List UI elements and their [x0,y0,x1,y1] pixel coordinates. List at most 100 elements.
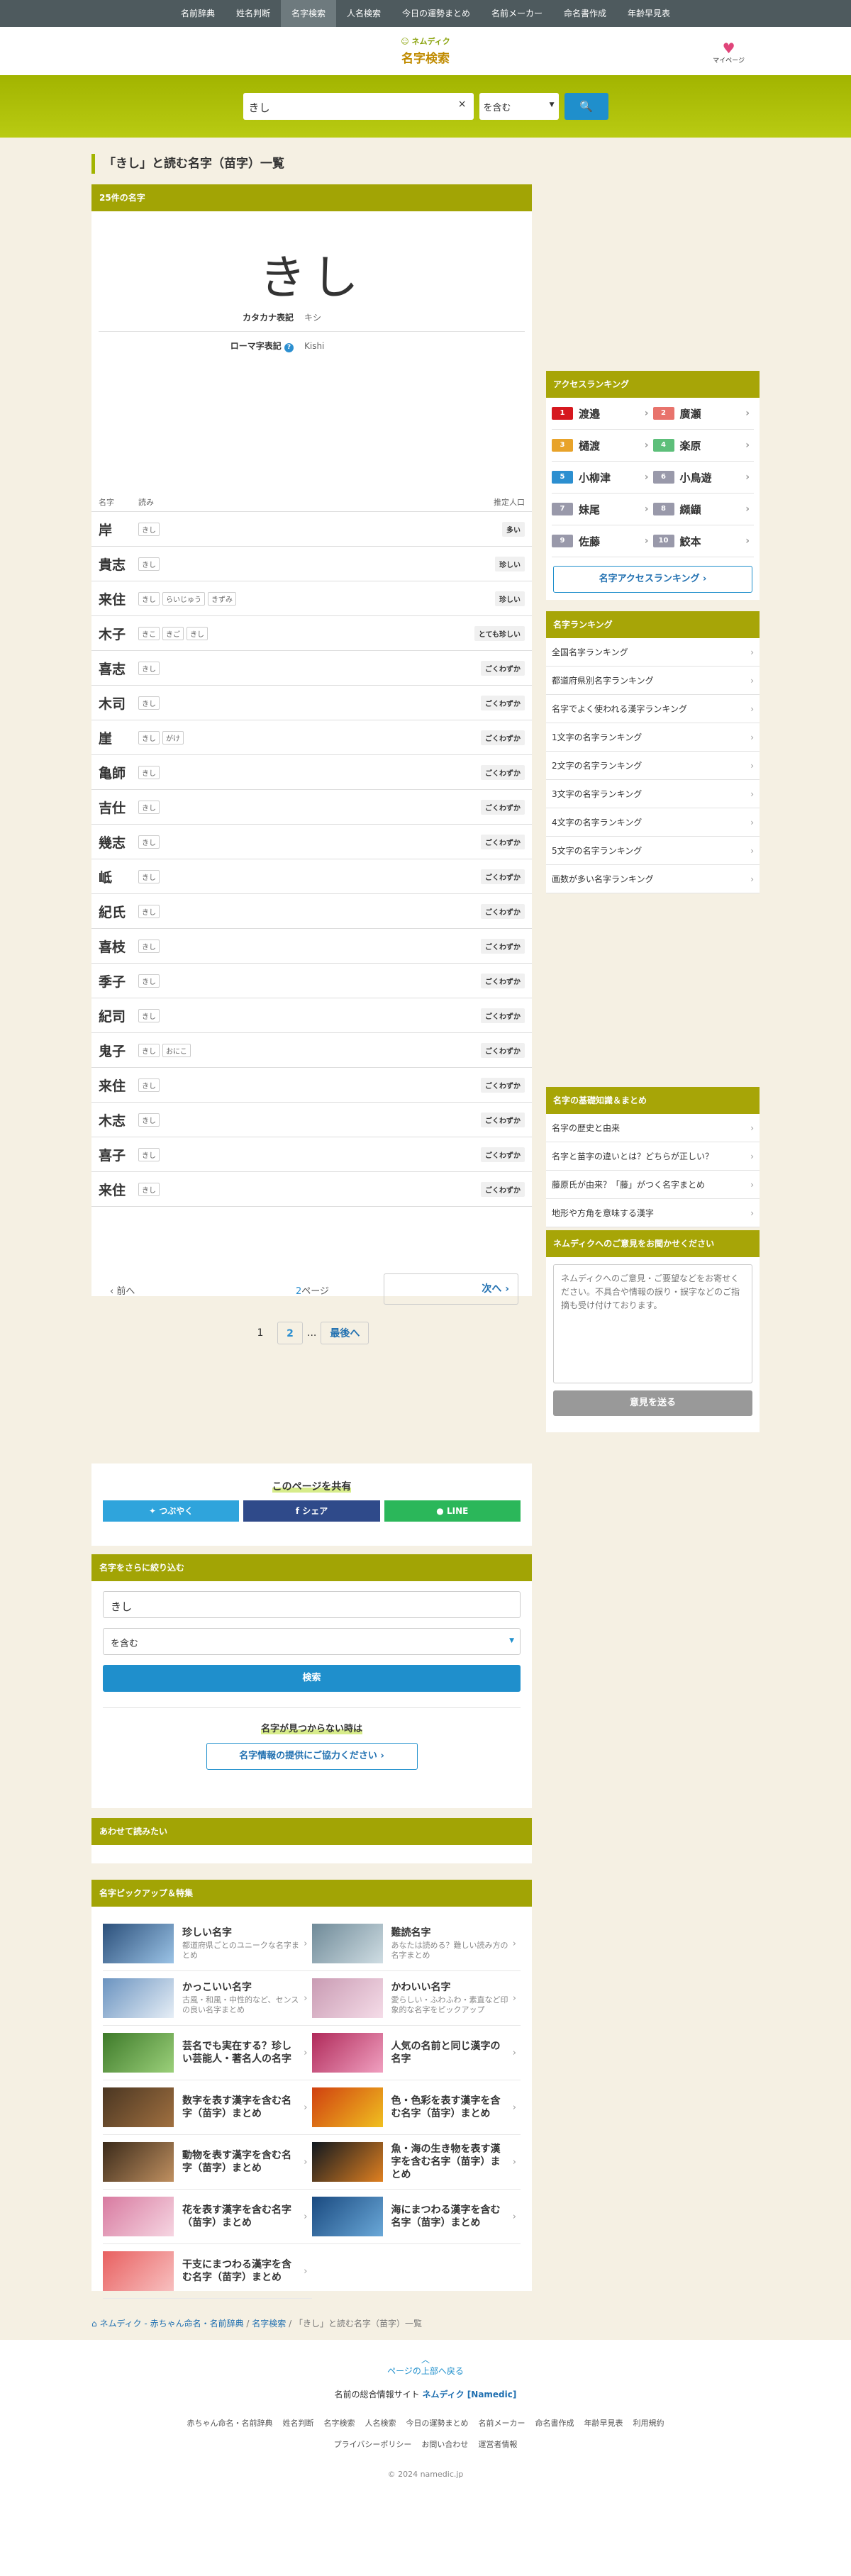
name-ranking-link[interactable]: 3文字の名字ランキング [546,780,760,808]
page-1-link[interactable]: 1 [247,1322,273,1344]
topnav-item[interactable]: 名字検索 [280,0,336,27]
basics-link[interactable]: 藤原氏が由来？「藤」がつく名字まとめ [546,1171,760,1199]
pickup-item[interactable]: 海にまつわる漢字を含む名字（苗字）まとめ › [311,2190,521,2244]
basics-link[interactable]: 名字の歴史と由来 [546,1114,760,1142]
name-ranking-link[interactable]: 1文字の名字ランキング [546,723,760,752]
ranking-item[interactable]: 5 小柳津 › [552,462,653,494]
pickup-item[interactable]: 魚・海の生き物を表す漢字を含む名字（苗字）まとめ › [311,2135,521,2190]
ranking-item[interactable]: 10 鮫本 › [652,525,754,557]
pickup-item[interactable]: 芸名でも実在する？珍しい芸能人・著名人の名字 › [103,2026,312,2080]
ranking-item[interactable]: 8 纐纈 › [652,494,754,525]
ranking-item[interactable]: 7 妹尾 › [552,494,653,525]
surname[interactable]: 紀氏 [99,902,138,921]
name-ranking-link[interactable]: 全国名字ランキング [546,638,760,667]
footer-link[interactable]: 運営者情報 [478,2438,517,2450]
refine-search-button[interactable]: 検索 [103,1665,521,1692]
surname[interactable]: 来住 [99,1076,138,1095]
basics-link[interactable]: 地形や方角を意味する漢字 [546,1199,760,1227]
name-ranking-link[interactable]: 画数が多い名字ランキング [546,865,760,893]
footer-link[interactable]: 今日の運勢まとめ [406,2417,469,2429]
table-row[interactable]: 喜子 きし ごくわずか [91,1137,532,1172]
table-row[interactable]: 亀師 きし ごくわずか [91,755,532,790]
footer-link[interactable]: お問い合わせ [421,2438,468,2450]
surname[interactable]: 亀師 [99,763,138,782]
table-row[interactable]: 紀氏 きし ごくわずか [91,894,532,929]
footer-link[interactable]: 名字検索 [324,2417,355,2429]
search-mode-select[interactable]: を含む ▼ [479,93,559,120]
table-row[interactable]: 来住 きし らいじゅう きずみ 珍しい [91,581,532,616]
name-ranking-link[interactable]: 名字でよく使われる漢字ランキング [546,695,760,723]
line-share-button[interactable]: ● LINE [384,1500,521,1522]
pickup-item[interactable]: 人気の名前と同じ漢字の名字 › [311,2026,521,2080]
send-opinion-button[interactable]: 意見を送る [553,1390,752,1416]
search-button[interactable]: 🔍 [564,93,608,120]
footer-link[interactable]: 命名書作成 [535,2417,574,2429]
name-ranking-link[interactable]: 4文字の名字ランキング [546,808,760,837]
ranking-item[interactable]: 6 小鳥遊 › [652,462,754,494]
table-row[interactable]: 木司 きし ごくわずか [91,686,532,720]
table-row[interactable]: 木子 きこ きご きし とても珍しい [91,616,532,651]
basics-link[interactable]: 名字と苗字の違いとは？どちらが正しい？ [546,1142,760,1171]
next-page-button[interactable]: 次へ › [384,1273,518,1305]
refine-mode-select[interactable]: を含む ▼ [103,1628,521,1655]
pickup-item[interactable]: 色・色彩を表す漢字を含む名字（苗字）まとめ › [311,2080,521,2135]
surname[interactable]: 喜枝 [99,937,138,956]
topnav-item[interactable]: 姓名判断 [226,0,281,27]
breadcrumb-search[interactable]: 名字検索 [252,2319,286,2329]
surname[interactable]: 来住 [99,589,138,608]
footer-link[interactable]: 年齢早見表 [584,2417,623,2429]
topnav-item[interactable]: 名前メーカー [481,0,553,27]
table-row[interactable]: 紀司 きし ごくわずか [91,998,532,1033]
ranking-item[interactable]: 4 楽原 › [652,430,754,462]
table-row[interactable]: 崖きし がけ ごくわずか [91,720,532,755]
surname[interactable]: 吉仕 [99,798,138,817]
ranking-item[interactable]: 2 廣瀬 › [652,398,754,430]
access-ranking-button[interactable]: 名字アクセスランキング › [553,566,752,593]
opinion-textarea[interactable]: ネムディクへのご意見・ご要望などをお寄せください。不具合や情報の誤り・誤字などの… [553,1264,752,1383]
topnav-item[interactable]: 名前辞典 [170,0,226,27]
tweet-button[interactable]: ✦ つぶやく [103,1500,240,1522]
refine-input[interactable]: きし [103,1591,521,1618]
table-row[interactable]: 鬼子 きし おにこ ごくわずか [91,1033,532,1068]
topnav-item[interactable]: 命名書作成 [553,0,617,27]
pickup-item[interactable]: 難読名字 あなたは読める？難しい読み方の名字まとめ › [311,1917,521,1971]
table-row[interactable]: 岸きし 多い [91,512,532,547]
pickup-item[interactable]: かっこいい名字 古風・和風・中性的など、センスの良い名字まとめ › [103,1971,312,2026]
search-input[interactable]: きし × [243,93,474,120]
footer-link[interactable]: 赤ちゃん命名・名前辞典 [187,2417,273,2429]
pickup-item[interactable]: 花を表す漢字を含む名字（苗字）まとめ › [103,2190,312,2244]
table-row[interactable]: 幾志 きし ごくわずか [91,825,532,859]
name-ranking-link[interactable]: 2文字の名字ランキング [546,752,760,780]
table-row[interactable]: 季子 きし ごくわずか [91,964,532,998]
ranking-item[interactable]: 1 渡邉 › [552,398,653,430]
name-ranking-link[interactable]: 都道府県別名字ランキング [546,667,760,695]
surname[interactable]: 貴志 [99,554,138,574]
topnav-item[interactable]: 人名検索 [336,0,391,27]
back-to-top-link[interactable]: ︿ ページの上部へ戻る [0,2340,851,2377]
footer-link[interactable]: 利用規約 [633,2417,664,2429]
last-page-button[interactable]: 最後へ [321,1322,369,1344]
pickup-item[interactable]: 干支にまつわる漢字を含む名字（苗字）まとめ › [103,2244,312,2299]
surname[interactable]: 喜子 [99,1145,138,1164]
clear-icon[interactable]: × [458,99,467,110]
table-row[interactable]: 喜枝 きし ごくわずか [91,929,532,964]
surname[interactable]: 来住 [99,1180,138,1199]
topnav-item[interactable]: 今日の運勢まとめ [391,0,481,27]
surname[interactable]: 岸 [99,520,138,539]
surname[interactable]: 崖 [99,728,138,747]
pickup-item[interactable]: 動物を表す漢字を含む名字（苗字）まとめ › [103,2135,312,2190]
surname[interactable]: 幾志 [99,832,138,852]
mypage-link[interactable]: ♥ マイページ [713,41,745,65]
table-row[interactable]: 貴志 きし 珍しい [91,547,532,581]
footer-link[interactable]: 人名検索 [365,2417,396,2429]
table-row[interactable]: 来住 きし ごくわずか [91,1068,532,1103]
pickup-item[interactable]: 珍しい名字 都道府県ごとのユニークな名字まとめ › [103,1917,312,1971]
pickup-item[interactable]: かわいい名字 愛らしい・ふわふわ・素直など印象的な名字をピックアップ › [311,1971,521,2026]
table-row[interactable]: 来住 きし ごくわずか [91,1172,532,1207]
surname[interactable]: 紀司 [99,1006,138,1025]
table-row[interactable]: 岻きし ごくわずか [91,859,532,894]
breadcrumb-home[interactable]: ネムディク - 赤ちゃん命名・名前辞典 [99,2319,243,2329]
surname[interactable]: 鬼子 [99,1041,138,1060]
footer-link[interactable]: 名前メーカー [479,2417,525,2429]
prev-page-button[interactable]: ‹ 前へ [110,1283,135,1297]
